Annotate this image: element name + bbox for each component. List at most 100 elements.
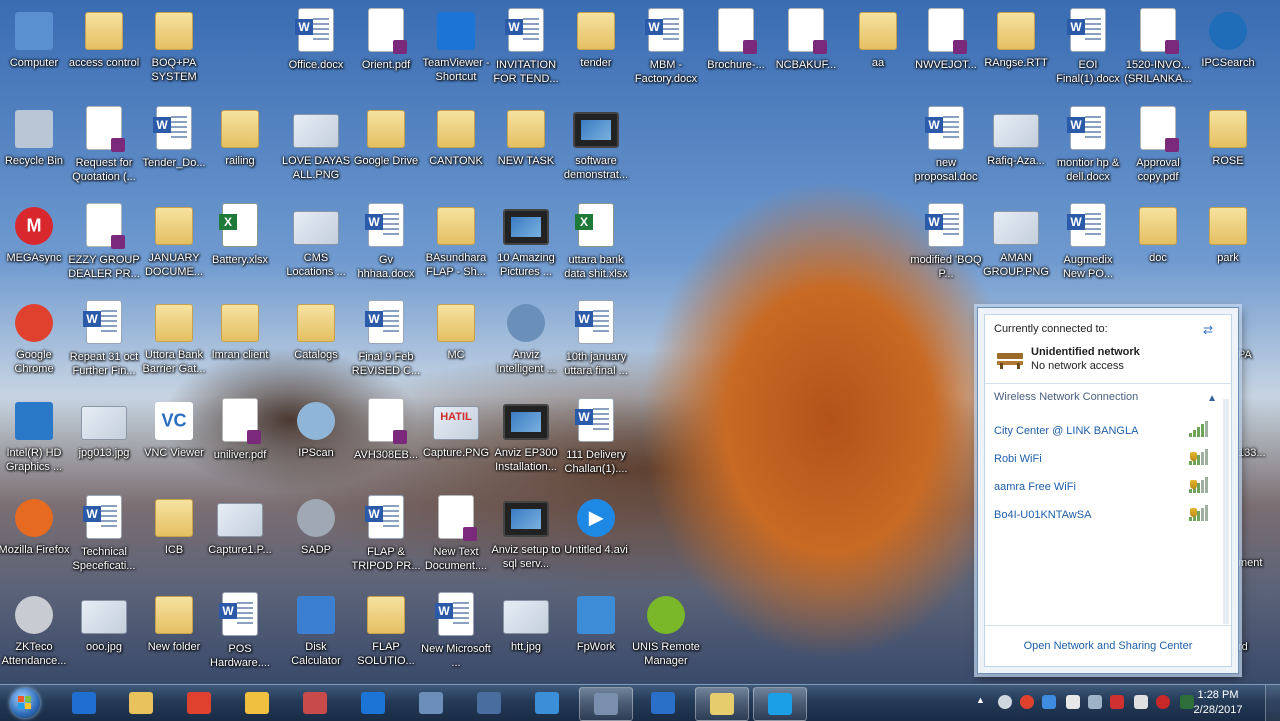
desktop-icon[interactable]: Battery.xlsx — [204, 199, 276, 295]
desktop-icon[interactable]: 10th january uttara final ... — [560, 296, 632, 392]
desktop-icon[interactable]: Disk Calculator — [280, 588, 352, 684]
desktop-icon[interactable]: jpg013.jpg — [68, 394, 140, 490]
desktop-icon[interactable]: Rafiq-Aza... — [980, 102, 1052, 198]
desktop-icon[interactable]: Office.docx — [280, 4, 352, 100]
desktop-icon[interactable]: CMS Locations ... — [280, 199, 352, 295]
show-hidden-icons-button[interactable]: ▲ — [976, 695, 985, 705]
desktop-icon[interactable]: uttara bank data shit.xlsx — [560, 199, 632, 295]
taskbar-button-video-app[interactable] — [579, 687, 633, 721]
desktop-icon[interactable]: FLAP SOLUTIO... — [350, 588, 422, 684]
desktop-icon[interactable]: Request for Quotation (... — [68, 102, 140, 198]
show-desktop-button[interactable] — [1265, 685, 1280, 721]
desktop-icon[interactable]: EOI Final(1).docx — [1052, 4, 1124, 100]
desktop-icon[interactable]: Repeat 31 oct Further Fin... — [68, 296, 140, 392]
desktop-icon[interactable]: Recycle Bin — [0, 102, 70, 198]
desktop-icon[interactable]: Intel(R) HD Graphics ... — [0, 394, 70, 490]
desktop-icon[interactable]: LOVE DAYAS ALL.PNG — [280, 102, 352, 198]
security-tray-icon[interactable] — [1156, 695, 1170, 709]
collapse-icon[interactable]: ▲ — [1207, 393, 1217, 404]
sync-tray-icon[interactable] — [1088, 695, 1102, 709]
desktop-icon[interactable]: 1520-INVO... (SRILANKA... — [1122, 4, 1194, 100]
desktop-icon[interactable]: NEW TASK — [490, 102, 562, 198]
desktop-icon[interactable]: New folder — [138, 588, 210, 684]
desktop-icon[interactable]: ICB — [138, 491, 210, 587]
desktop-icon[interactable]: Anviz EP300 Installation... — [490, 394, 562, 490]
taskbar-button-sticky-folder[interactable] — [695, 687, 749, 721]
desktop-icon[interactable]: doc — [1122, 199, 1194, 295]
network-tray-icon[interactable] — [1110, 695, 1124, 709]
dropbox-tray-icon[interactable] — [1042, 695, 1056, 709]
desktop-icon-label[interactable]: 133... — [1238, 446, 1266, 460]
desktop-icon[interactable]: NWVEJOT... — [910, 4, 982, 100]
wifi-network-item[interactable]: Bo4I-U01KNTAwSA — [994, 509, 1091, 521]
desktop-icon[interactable]: NCBAKUF... — [770, 4, 842, 100]
desktop-icon[interactable]: Brochure-... — [700, 4, 772, 100]
desktop-icon[interactable]: Mozilla Firefox — [0, 491, 70, 587]
desktop-icon[interactable]: uniliver.pdf — [204, 394, 276, 490]
wifi-network-item[interactable]: City Center @ LINK BANGLA — [994, 425, 1138, 437]
wifi-network-item[interactable]: aamra Free WiFi — [994, 481, 1076, 493]
flyout-scrollbar[interactable] — [1223, 399, 1229, 624]
desktop-icon[interactable]: ROSE — [1192, 102, 1264, 198]
taskbar-button-network-share[interactable] — [521, 687, 573, 719]
desktop-icon[interactable]: New Text Document.... — [420, 491, 492, 587]
desktop-icon[interactable]: MC — [420, 296, 492, 392]
refresh-icon[interactable]: ⇄ — [1203, 323, 1219, 337]
desktop-icon[interactable]: 10 Amazing Pictures ... — [490, 199, 562, 295]
chrome-tray-icon[interactable] — [1020, 695, 1034, 709]
desktop-icon[interactable]: Google Drive — [350, 102, 422, 198]
desktop-icon[interactable]: BAsundhara FLAP - Sh... — [420, 199, 492, 295]
desktop-icon[interactable]: ZKTeco Attendance... — [0, 588, 70, 684]
desktop-icon[interactable]: FpWork — [560, 588, 632, 684]
desktop-icon[interactable]: IPCSearch — [1192, 4, 1264, 100]
desktop-icon[interactable]: POS Hardware.... — [204, 588, 276, 684]
desktop-icon[interactable]: Google Chrome — [0, 296, 70, 392]
desktop-icon[interactable]: ▶ Untitled 4.avi — [560, 491, 632, 587]
taskbar-button-chrome[interactable] — [173, 687, 225, 719]
taskbar-button-file-explorer[interactable] — [115, 687, 167, 719]
desktop-icon-label[interactable]: ment — [1238, 556, 1262, 570]
open-network-sharing-center-link[interactable]: Open Network and Sharing Center — [985, 640, 1231, 652]
flag-tray-icon[interactable] — [1066, 695, 1080, 709]
desktop-icon[interactable]: JANUARY DOCUME... — [138, 199, 210, 295]
desktop-icon[interactable]: Uttora Bank Barrier Gat... — [138, 296, 210, 392]
taskbar-button-internet-explorer[interactable] — [58, 687, 110, 719]
wifi-network-item[interactable]: Robi WiFi — [994, 453, 1042, 465]
desktop-icon[interactable]: Orient.pdf — [350, 4, 422, 100]
desktop-icon[interactable]: RAngse.RTT — [980, 4, 1052, 100]
desktop-icon[interactable]: UNIS Remote Manager — [630, 588, 702, 684]
desktop-icon[interactable]: ooo.jpg — [68, 588, 140, 684]
desktop-icon[interactable]: park — [1192, 199, 1264, 295]
desktop-icon[interactable]: aa — [842, 4, 914, 100]
desktop-icon[interactable]: VC VNC Viewer — [138, 394, 210, 490]
taskbar-button-outlook[interactable] — [637, 687, 689, 719]
desktop-icon[interactable]: EZZY GROUP DEALER PR... — [68, 199, 140, 295]
desktop-icon[interactable]: Computer — [0, 4, 70, 100]
taskbar-button-teamviewer[interactable] — [347, 687, 399, 719]
desktop-icon-label[interactable]: PA — [1238, 348, 1252, 362]
start-button[interactable] — [4, 686, 48, 720]
desktop-icon[interactable]: Catalogs — [280, 296, 352, 392]
desktop-icon[interactable]: Final 9 Feb REVISED C... — [350, 296, 422, 392]
system-clock[interactable]: 1:28 PM 2/28/2017 — [1186, 688, 1250, 718]
desktop-icon[interactable]: New Microsoft ... — [420, 588, 492, 684]
desktop-icon[interactable]: Technical Speceficati... — [68, 491, 140, 587]
desktop-icon[interactable]: TeamViewer - Shortcut — [420, 4, 492, 100]
desktop-icon[interactable]: Tender_Do... — [138, 102, 210, 198]
desktop-icon[interactable]: software demonstrat... — [560, 102, 632, 198]
desktop-icon[interactable]: modified 'BOQ P... — [910, 199, 982, 295]
desktop-icon[interactable]: FLAP & TRIPOD PR... — [350, 491, 422, 587]
desktop-icon[interactable]: MBM - Factory.docx — [630, 4, 702, 100]
volume-muted-icon[interactable] — [1134, 695, 1148, 709]
desktop-icon[interactable]: Capture1.P... — [204, 491, 276, 587]
desktop-icon[interactable]: railing — [204, 102, 276, 198]
desktop-icon[interactable]: SADP — [280, 491, 352, 587]
desktop-icon-label[interactable]: rd — [1238, 640, 1248, 654]
desktop-icon[interactable]: HATIL Capture.PNG — [420, 394, 492, 490]
desktop-icon[interactable]: 111 Delivery Challan(1).... — [560, 394, 632, 490]
taskbar-button-ipcsearch[interactable] — [405, 687, 457, 719]
taskbar-button-snipping-tool[interactable] — [289, 687, 341, 719]
desktop-icon[interactable]: Imran client — [204, 296, 276, 392]
desktop-icon[interactable]: INVITATION FOR TEND... — [490, 4, 562, 100]
desktop-icon[interactable]: BOQ+PA SYSTEM — [138, 4, 210, 100]
